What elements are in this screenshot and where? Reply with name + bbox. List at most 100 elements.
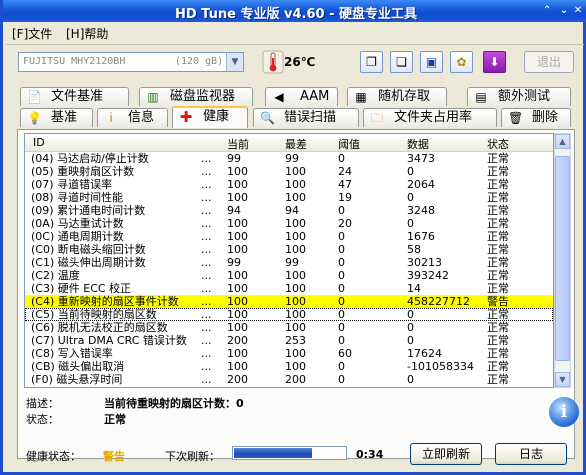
attr-current: 99 — [227, 152, 241, 165]
table-row[interactable]: (C5) 当前待映射的扇区数... 100 100 0 0 正常 — [25, 308, 553, 321]
attr-dots: ... — [201, 217, 212, 230]
copy-all-icon[interactable]: ❏ — [390, 51, 413, 73]
table-row[interactable]: (C1) 磁头伸出周期计数... 99 99 0 30213 正常 — [25, 256, 553, 269]
attr-dots: ... — [201, 347, 212, 360]
tab-folder-usage[interactable]: 🗀 文件夹占用率 — [363, 108, 497, 127]
tab-error-scan[interactable]: 🔍 错误扫描 — [253, 108, 359, 127]
copy-icon[interactable]: ❐ — [360, 51, 383, 73]
attr-data: 393242 — [407, 269, 449, 282]
close-icon[interactable]: ✕ — [571, 4, 585, 18]
column-data[interactable]: 数据 — [407, 136, 429, 152]
attr-status: 正常 — [487, 243, 509, 256]
attr-name: (C3) 硬件 ECC 校正 — [31, 282, 132, 295]
log-button[interactable]: 日志 — [495, 443, 567, 465]
attr-dots: ... — [201, 295, 212, 308]
vertical-scrollbar[interactable]: ▲ ▼ — [554, 133, 571, 388]
exit-button[interactable]: 退出 — [524, 51, 574, 73]
table-row[interactable]: (07) 寻道错误率... 100 100 47 2064 正常 — [25, 178, 553, 191]
table-row[interactable]: (04) 马达启动/停止计数... 99 99 0 3473 正常 — [25, 152, 553, 165]
file-benchmark-icon: 📄 — [27, 90, 42, 104]
options-icon[interactable]: ✿ — [450, 51, 473, 73]
tab-delete[interactable]: 🗑 删除 — [501, 108, 571, 127]
download-arrow-icon[interactable]: ⬇ — [483, 51, 506, 73]
table-row[interactable]: (C4) 重新映射的扇区事件计数... 100 100 0 458227712 警告 — [25, 295, 553, 308]
attr-threshold: 0 — [338, 334, 345, 347]
attr-current: 200 — [227, 373, 248, 386]
column-worst[interactable]: 最差 — [285, 136, 307, 152]
refresh-now-button[interactable]: 立即刷新 — [410, 443, 482, 465]
attr-data: 3473 — [407, 152, 435, 165]
column-status[interactable]: 状态 — [487, 136, 509, 152]
attr-dots: ... — [201, 334, 212, 347]
menu-help[interactable]: [H]帮助 — [66, 25, 108, 42]
save-icon[interactable]: ▣ — [420, 51, 443, 73]
attr-dots: ... — [201, 204, 212, 217]
table-row[interactable]: (CB) 磁头偏出取消... 100 100 0 -101058334 正常 — [25, 360, 553, 373]
scroll-down-icon[interactable]: ▼ — [555, 372, 570, 387]
attr-current: 100 — [227, 230, 248, 243]
table-row[interactable]: (C7) Ultra DMA CRC 错误计数... 200 253 0 0 正常 — [25, 334, 553, 347]
attr-worst: 99 — [285, 256, 299, 269]
attr-data: 1676 — [407, 230, 435, 243]
collapse-down-icon[interactable]: ⌄ — [557, 4, 571, 18]
table-row[interactable]: (F0) 磁头悬浮时间... 200 200 0 0 正常 — [25, 373, 553, 386]
tab-aam[interactable]: ◀ AAM — [265, 87, 338, 106]
table-row[interactable]: (0C) 通电周期计数... 100 100 0 1676 正常 — [25, 230, 553, 243]
attr-threshold: 0 — [338, 230, 345, 243]
chevron-down-icon[interactable]: ▼ — [226, 53, 243, 71]
table-row[interactable]: (05) 重映射扇区计数... 100 100 24 0 正常 — [25, 165, 553, 178]
magnifier-icon: 🔍 — [260, 111, 275, 125]
attr-dots: ... — [201, 321, 212, 334]
attr-data: 30213 — [407, 256, 442, 269]
attr-worst: 100 — [285, 282, 306, 295]
attr-worst: 100 — [285, 217, 306, 230]
attr-name: (C7) Ultra DMA CRC 错误计数 — [31, 334, 187, 347]
attr-status: 正常 — [487, 191, 509, 204]
table-row[interactable]: (C0) 断电磁头缩回计数... 100 100 0 58 正常 — [25, 243, 553, 256]
smart-table[interactable]: ID 当前 最差 阈值 数据 状态 (04) 马达启动/停止计数... 99 99 0… — [24, 133, 554, 388]
status-value: 正常 — [104, 413, 126, 426]
column-id[interactable]: ID — [33, 136, 45, 149]
attr-threshold: 0 — [338, 360, 345, 373]
title-bar[interactable]: HD Tune 专业版 v4.60 - 硬盘专业工具 ⌃ ⌄ ✕ — [3, 0, 586, 22]
attr-dots: ... — [201, 308, 212, 321]
tab-random-access[interactable]: ▦ 随机存取 — [347, 87, 447, 106]
table-row[interactable]: (C2) 温度... 100 100 0 393242 正常 — [25, 269, 553, 282]
column-threshold[interactable]: 阈值 — [338, 136, 360, 152]
attr-dots: ... — [201, 373, 212, 386]
table-row[interactable]: (C8) 写入错误率... 100 100 60 17624 正常 — [25, 347, 553, 360]
tab-extra-tests[interactable]: ▤ 额外测试 — [467, 87, 571, 106]
attr-data: 0 — [407, 373, 414, 386]
attr-current: 100 — [227, 191, 248, 204]
table-row[interactable]: (08) 寻道时间性能... 100 100 19 0 正常 — [25, 191, 553, 204]
attr-name: (C5) 当前待映射的扇区数 — [31, 308, 157, 321]
scroll-thumb[interactable] — [555, 156, 570, 361]
attr-name: (C4) 重新映射的扇区事件计数 — [31, 295, 179, 308]
table-row[interactable]: (09) 累计通电时间计数... 94 94 0 3248 正常 — [25, 204, 553, 217]
scroll-up-icon[interactable]: ▲ — [555, 134, 570, 149]
attr-name: (C2) 温度 — [31, 269, 80, 282]
attr-threshold: 20 — [338, 217, 352, 230]
footer-bar: 健康状态： 警告 下次刷新： 0:34 立即刷新 日志 — [3, 440, 586, 470]
attr-name: (05) 重映射扇区计数 — [31, 165, 135, 178]
disk-monitor-icon: ▥ — [147, 90, 159, 104]
tab-disk-monitor[interactable]: ▥ 磁盘监视器 — [139, 87, 253, 106]
attr-threshold: 0 — [338, 295, 345, 308]
column-current[interactable]: 当前 — [227, 136, 249, 152]
collapse-icon[interactable]: ⌃ — [540, 4, 554, 18]
menu-file[interactable]: [F]文件 — [12, 25, 52, 42]
tab-file-benchmark[interactable]: 📄 文件基准 — [20, 87, 129, 106]
window-title: HD Tune 专业版 v4.60 - 硬盘专业工具 — [174, 7, 417, 22]
table-row[interactable]: (0A) 马达重试计数... 100 100 20 0 正常 — [25, 217, 553, 230]
info-icon[interactable]: i — [549, 397, 579, 427]
drive-size: (120 gB) — [175, 56, 224, 67]
tab-health[interactable]: ✚ 健康 — [172, 106, 248, 128]
attr-data: 0 — [407, 165, 414, 178]
drive-select[interactable]: FUJITSU MHY2120BH (120 gB) ▼ — [18, 52, 244, 72]
tab-benchmark[interactable]: 💡 基准 — [20, 108, 93, 127]
table-row[interactable]: (C3) 硬件 ECC 校正... 100 100 0 14 正常 — [25, 282, 553, 295]
attr-current: 100 — [227, 308, 248, 321]
attr-data: -101058334 — [407, 360, 474, 373]
table-row[interactable]: (C6) 脱机无法校正的扇区数... 100 100 0 0 正常 — [25, 321, 553, 334]
tab-info[interactable]: i 信息 — [97, 108, 168, 127]
